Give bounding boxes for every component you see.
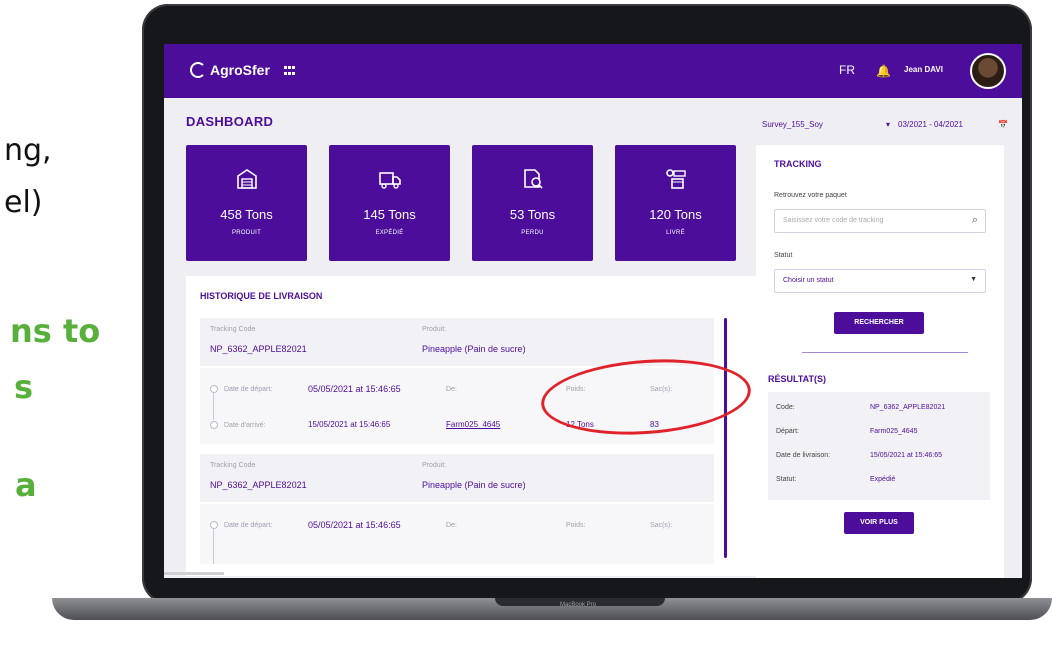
stat-value: 145 Tons [363, 207, 416, 222]
result-row: Statut: Expédié [776, 472, 982, 492]
language-switch[interactable]: FR [839, 63, 855, 77]
slide-text-line: ng, [4, 133, 52, 168]
stat-value: 458 Tons [220, 207, 273, 222]
product-label: Produit: [422, 462, 447, 469]
logo-icon [190, 62, 206, 78]
slide-text-line: el) [4, 185, 43, 220]
result-key: Date de livraison: [776, 452, 831, 459]
result-value: 15/05/2021 at 15:46:65 [870, 452, 943, 459]
result-key: Code: [776, 404, 795, 411]
warehouse-icon [235, 167, 259, 191]
result-value: NP_6362_APPLE82021 [870, 404, 946, 411]
weight-label: Poids: [566, 522, 586, 529]
notification-bell-icon[interactable]: 🔔 [876, 64, 891, 78]
tracking-search-placeholder: Saisissez votre code de tracking [783, 217, 884, 224]
history-record-header[interactable]: Tracking Code NP_6362_APPLE82021 Produit… [200, 454, 714, 502]
slide-highlight-line: a [15, 466, 37, 504]
status-select-value: Choisir un statut [783, 277, 834, 284]
bags-label: Sac(s): [650, 522, 673, 529]
tracking-search-input[interactable]: Saisissez votre code de tracking ⌕ [774, 209, 986, 233]
document-search-icon [521, 167, 545, 191]
stat-card-livre[interactable]: 120 Tons LIVRÉ [615, 145, 736, 261]
status-select[interactable]: Choisir un statut ▼ [774, 269, 986, 293]
depart-label: Date de départ: [224, 386, 273, 393]
stat-card-produit[interactable]: 458 Tons PRODUIT [186, 145, 307, 261]
timeline-line [213, 528, 214, 564]
slide-highlight-line: ns to [10, 312, 101, 350]
caret-down-icon: ▼ [970, 276, 977, 283]
slide-highlight-line: s [14, 368, 34, 406]
history-record-details: Date de départ: 05/05/2021 at 15:46:65 D… [200, 504, 714, 564]
delivery-box-icon [664, 167, 688, 191]
depart-date: 05/05/2021 at 15:46:65 [308, 384, 401, 394]
stat-value: 120 Tons [649, 207, 702, 222]
origin-label: De: [446, 522, 457, 529]
stat-value: 53 Tons [509, 207, 556, 222]
stat-card-perdu[interactable]: 53 Tons PERDU [472, 145, 593, 261]
divider [802, 352, 968, 353]
stat-label: EXPÉDIÉ [375, 230, 404, 236]
results-title: RÉSULTAT(S) [768, 374, 826, 384]
history-title: HISTORIQUE DE LIVRAISON [200, 291, 323, 301]
search-button[interactable]: RECHERCHER [834, 312, 924, 334]
result-key: Départ: [776, 428, 799, 435]
depart-date: 05/05/2021 at 15:46:65 [308, 520, 401, 530]
results-table: Code: NP_6362_APPLE82021 Départ: Farm025… [768, 392, 990, 500]
page-title: DASHBOARD [186, 114, 274, 129]
user-name[interactable]: Jean DAVI [904, 65, 943, 74]
result-row: Code: NP_6362_APPLE82021 [776, 400, 982, 420]
product-name: Pineapple (Pain de sucre) [422, 480, 526, 490]
app-logo[interactable]: AgroSfer [190, 62, 270, 78]
origin-label: De: [446, 386, 457, 393]
stat-label: LIVRÉ [666, 230, 685, 236]
product-label: Produit: [422, 326, 447, 333]
survey-select-value: Survey_155_Soy [762, 119, 823, 129]
stat-label: PERDU [521, 230, 544, 236]
calendar-icon: 📅 [998, 119, 1008, 129]
tracking-code: NP_6362_APPLE82021 [210, 344, 307, 354]
delivery-history-panel: HISTORIQUE DE LIVRAISON Tracking Code NP… [186, 276, 764, 576]
result-value: Farm025_4645 [870, 428, 918, 435]
laptop-model-label: MacBook Pro [560, 602, 597, 608]
result-row: Départ: Farm025_4645 [776, 424, 982, 444]
tracking-code-label: Tracking Code [210, 326, 256, 333]
origin-farm-link[interactable]: Farm025_4645 [446, 420, 500, 429]
result-value: Expédié [870, 476, 896, 483]
tracking-code-label: Tracking Code [210, 462, 256, 469]
history-record-header[interactable]: Tracking Code NP_6362_APPLE82021 Produit… [200, 318, 714, 366]
tracking-panel: TRACKING Retrouvez votre paquet Saisisse… [756, 145, 1004, 578]
caret-down-icon: ▾ [885, 119, 890, 129]
timeline-line [213, 392, 214, 420]
truck-icon [378, 167, 402, 191]
tracking-code: NP_6362_APPLE82021 [210, 480, 307, 490]
view-more-button[interactable]: VOIR PLUS [844, 512, 914, 534]
user-avatar[interactable] [970, 53, 1006, 89]
tracking-title: TRACKING [774, 159, 822, 169]
top-navbar: AgroSfer FR 🔔 Jean DAVI [164, 44, 1022, 98]
horizontal-scrollbar[interactable] [164, 572, 224, 575]
date-range-picker[interactable]: 03/2021 - 04/2021 📅 [898, 114, 1008, 134]
arrival-label: Date d'arrivé: [224, 422, 266, 429]
apps-grid-icon[interactable] [284, 66, 296, 76]
survey-select[interactable]: Survey_155_Soy ▾ [762, 114, 890, 134]
timeline-dot [210, 421, 218, 429]
laptop-screen: AgroSfer FR 🔔 Jean DAVI DASHBOARD Survey… [164, 44, 1022, 578]
product-name: Pineapple (Pain de sucre) [422, 344, 526, 354]
depart-label: Date de départ: [224, 522, 273, 529]
status-label: Statut [774, 252, 793, 259]
date-range-value: 03/2021 - 04/2021 [898, 119, 963, 129]
brand-name: AgroSfer [210, 62, 270, 78]
timeline-dot [210, 385, 218, 393]
result-key: Statut: [776, 476, 797, 483]
timeline-dot [210, 521, 218, 529]
stat-label: PRODUIT [231, 230, 262, 236]
history-scrollbar[interactable] [724, 318, 727, 558]
search-icon[interactable]: ⌕ [972, 214, 978, 227]
stat-card-expedie[interactable]: 145 Tons EXPÉDIÉ [329, 145, 450, 261]
tracking-subtitle: Retrouvez votre paquet [774, 192, 847, 199]
result-row: Date de livraison: 15/05/2021 at 15:46:6… [776, 448, 982, 468]
arrival-date: 15/05/2021 at 15:46:65 [308, 420, 391, 429]
